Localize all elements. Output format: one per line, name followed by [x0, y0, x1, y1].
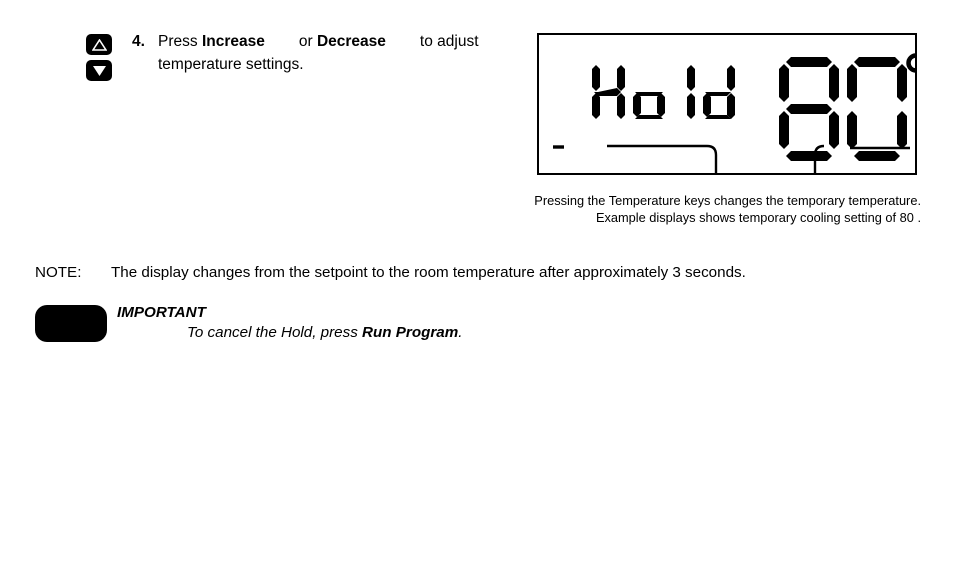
note-label: NOTE: — [35, 264, 82, 281]
triangle-up-icon — [91, 38, 107, 51]
increase-key-label: Increase — [201, 33, 265, 50]
triangle-down-icon — [92, 65, 106, 76]
caption-line-2: Example displays shows temporary cooling… — [595, 209, 921, 225]
decrease-button[interactable] — [86, 60, 112, 81]
lcd-mode-text-glyphs — [592, 65, 735, 119]
caption-line-1: Pressing the Temperature keys changes th… — [534, 193, 921, 208]
step-sentence: Press Increase or Decrease to adjust — [158, 33, 479, 50]
lcd-segments — [553, 53, 915, 173]
lcd-panel — [537, 33, 917, 175]
note-text: The display changes from the setpoint to… — [111, 264, 746, 281]
important-title: IMPORTANT — [117, 304, 206, 321]
lcd-bottom-indicators — [553, 144, 910, 173]
lcd-heat-bracket — [607, 144, 718, 173]
important-icon — [35, 305, 107, 342]
temperature-key-stack — [86, 34, 114, 86]
step-instruction-line2: temperature settings. — [158, 56, 304, 73]
step-number: 4. — [132, 33, 145, 50]
run-program-label: Run Program — [362, 324, 459, 341]
note-row: NOTE: The display changes from the setpoi… — [35, 263, 746, 283]
display-caption: Pressing the Temperature keys changes th… — [497, 193, 921, 226]
thermostat-display — [537, 33, 917, 175]
important-text-after: . — [458, 324, 463, 341]
lcd-degree-symbol — [906, 53, 915, 73]
lcd-temperature-glyphs — [779, 57, 907, 161]
step-text-or: or — [298, 33, 317, 50]
increase-button[interactable] — [86, 34, 112, 55]
step-instruction-text: 4. Press Increase or Decrease to adjust tem… — [132, 30, 532, 76]
important-text-before: To cancel the Hold, press — [187, 324, 363, 341]
important-body: To cancel the Hold, press Run Program. — [187, 324, 462, 341]
decrease-key-label: Decrease — [316, 33, 386, 50]
step-text-to-adjust: to adjust — [419, 33, 479, 50]
step-text-press: Press — [158, 33, 202, 50]
